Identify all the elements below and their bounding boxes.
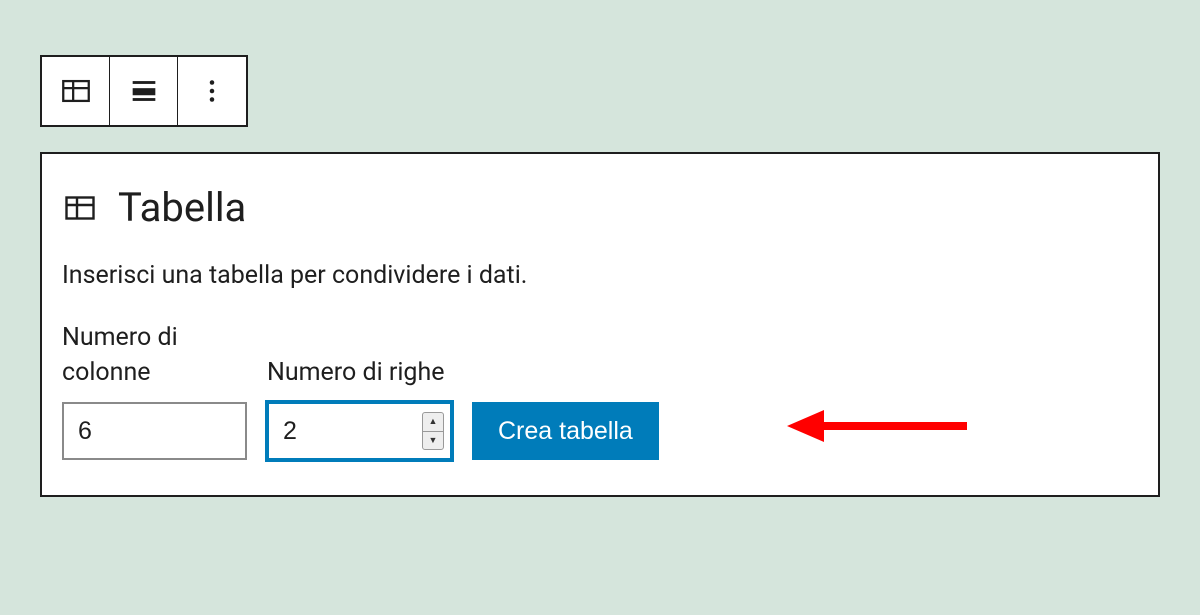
more-options-button[interactable] (178, 57, 246, 125)
rows-label: Numero di righe (267, 355, 447, 390)
table-icon (62, 190, 98, 226)
align-icon (127, 74, 161, 108)
table-block-placeholder: Tabella Inserisci una tabella per condiv… (40, 152, 1160, 497)
columns-input[interactable] (62, 402, 247, 460)
block-description: Inserisci una tabella per condividere i … (62, 261, 1138, 290)
columns-label: Numero di colonne (62, 320, 242, 390)
rows-increment[interactable]: ▲ (423, 413, 443, 432)
block-title: Tabella (118, 184, 246, 231)
rows-stepper: ▲ ▼ (422, 412, 444, 450)
block-toolbar (40, 55, 248, 127)
table-block-icon-button[interactable] (42, 57, 110, 125)
create-table-button[interactable]: Crea tabella (472, 402, 659, 460)
annotation-arrow-icon (782, 406, 972, 446)
rows-decrement[interactable]: ▼ (423, 432, 443, 450)
more-vertical-icon (195, 74, 229, 108)
table-icon (59, 74, 93, 108)
align-button[interactable] (110, 57, 178, 125)
